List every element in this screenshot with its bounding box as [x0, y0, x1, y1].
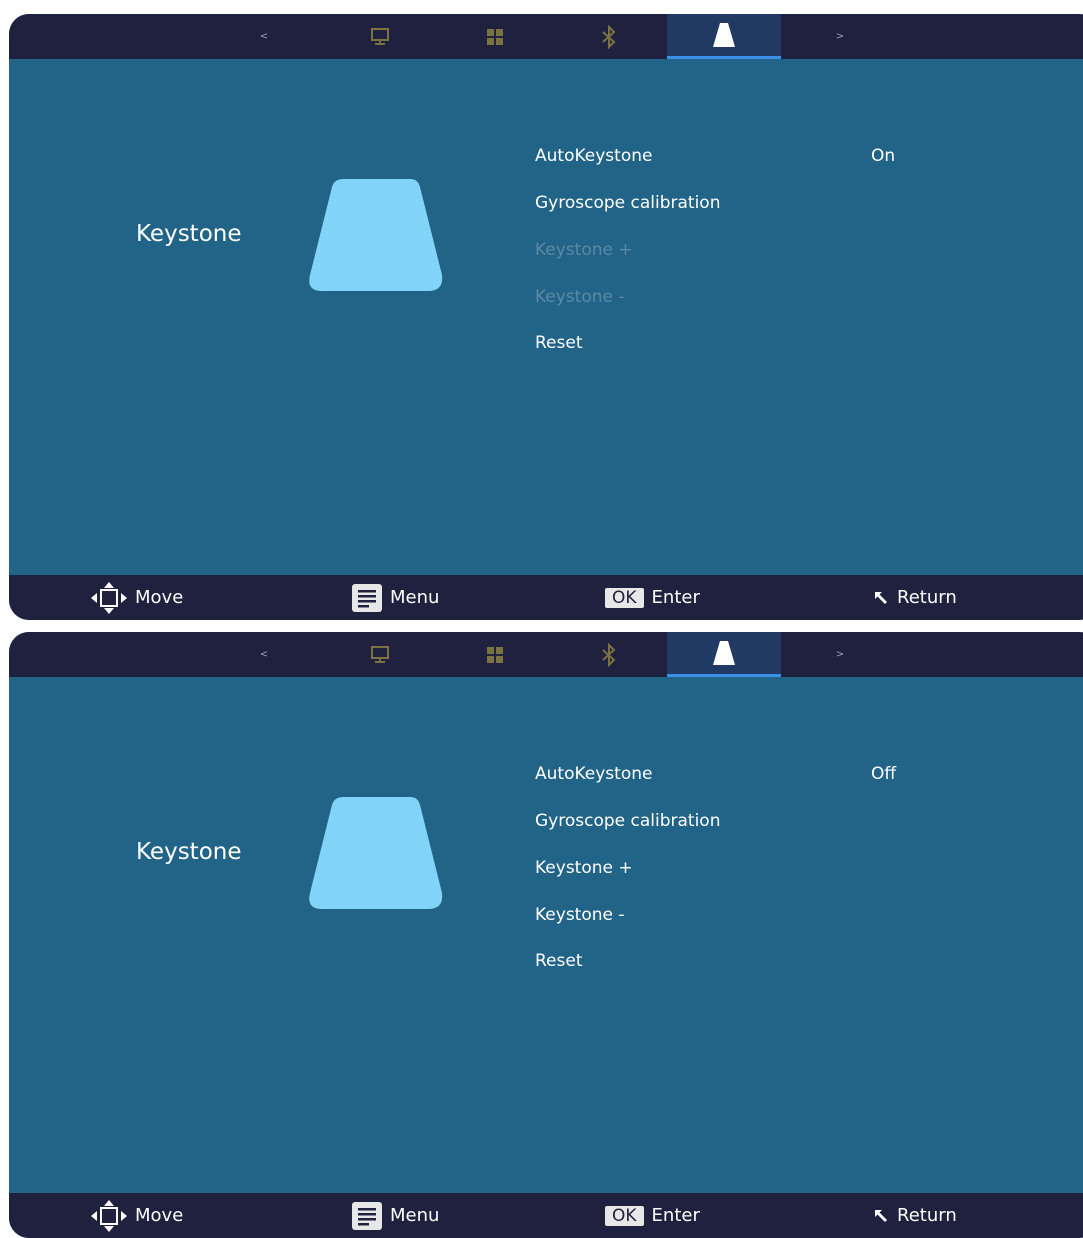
- hint-move-label: Move: [135, 1205, 184, 1226]
- keystone-content: Keystone AutoKeystone Off Gyroscope cali…: [9, 677, 1083, 1193]
- apps-grid-icon: [487, 646, 503, 663]
- section-title: Keystone: [136, 839, 242, 865]
- menu-item-autokeystone[interactable]: AutoKeystone: [535, 146, 652, 166]
- category-tab-bar: < >: [9, 632, 1083, 677]
- hint-return-label: Return: [897, 587, 957, 608]
- hint-menu: Menu: [352, 575, 439, 620]
- hint-return-label: Return: [897, 1205, 957, 1226]
- autokeystone-value[interactable]: Off: [871, 764, 896, 784]
- hint-bar: Move Menu OK Enter Return: [9, 575, 1083, 620]
- menu-item-gyroscope-calibration[interactable]: Gyroscope calibration: [535, 193, 720, 213]
- menu-item-keystone-plus: Keystone +: [535, 240, 633, 260]
- tab-apps[interactable]: [465, 14, 525, 59]
- bluetooth-icon: [602, 24, 616, 49]
- menu-item-autokeystone[interactable]: AutoKeystone: [535, 764, 652, 784]
- tab-bluetooth[interactable]: [579, 14, 639, 59]
- hint-return: Return: [873, 1193, 957, 1238]
- menu-key-icon: [352, 583, 382, 612]
- keystone-preview-shape: [309, 797, 443, 909]
- tab-keystone[interactable]: [667, 14, 781, 59]
- keystone-icon: [713, 641, 735, 665]
- hint-enter-label: Enter: [651, 587, 700, 608]
- autokeystone-value[interactable]: On: [871, 146, 895, 166]
- hint-menu: Menu: [352, 1193, 439, 1238]
- bluetooth-icon: [602, 642, 616, 667]
- apps-grid-icon: [487, 28, 503, 45]
- menu-item-keystone-plus[interactable]: Keystone +: [535, 858, 633, 878]
- menu-item-reset[interactable]: Reset: [535, 333, 583, 353]
- monitor-icon: [371, 645, 389, 663]
- hint-enter-label: Enter: [651, 1205, 700, 1226]
- dpad-icon: [91, 1199, 127, 1232]
- hint-move: Move: [91, 1193, 183, 1238]
- tab-display[interactable]: [350, 14, 410, 59]
- menu-item-reset[interactable]: Reset: [535, 951, 583, 971]
- keystone-content: Keystone AutoKeystone On Gyroscope calib…: [9, 59, 1083, 575]
- hint-menu-label: Menu: [390, 1205, 440, 1226]
- menu-item-gyroscope-calibration[interactable]: Gyroscope calibration: [535, 811, 720, 831]
- category-tab-bar: < >: [9, 14, 1083, 59]
- dpad-icon: [91, 581, 127, 614]
- keystone-preview-shape: [309, 179, 443, 291]
- tab-bluetooth[interactable]: [579, 632, 639, 677]
- hint-move: Move: [91, 575, 183, 620]
- keystone-menu-panel-autokeystone-off: < > Keystone AutoKeystone Off Gyroscope …: [9, 632, 1083, 1238]
- tab-display[interactable]: [350, 632, 410, 677]
- ok-key-icon: OK: [605, 1205, 644, 1226]
- menu-item-keystone-minus: Keystone -: [535, 287, 625, 307]
- menu-item-keystone-minus[interactable]: Keystone -: [535, 905, 625, 925]
- tab-prev-arrow[interactable]: <: [249, 632, 279, 677]
- keystone-menu-panel-autokeystone-on: < > Keystone AutoKeystone On Gyroscope c…: [9, 14, 1083, 620]
- hint-enter: OK Enter: [605, 1193, 700, 1238]
- menu-key-icon: [352, 1201, 382, 1230]
- tab-apps[interactable]: [465, 632, 525, 677]
- hint-enter: OK Enter: [605, 575, 700, 620]
- keystone-icon: [713, 23, 735, 47]
- section-title: Keystone: [136, 221, 242, 247]
- monitor-icon: [371, 27, 389, 45]
- hint-return: Return: [873, 575, 957, 620]
- hint-menu-label: Menu: [390, 587, 440, 608]
- tab-prev-arrow[interactable]: <: [249, 14, 279, 59]
- tab-next-arrow[interactable]: >: [825, 14, 855, 59]
- hint-move-label: Move: [135, 587, 184, 608]
- hint-bar: Move Menu OK Enter Return: [9, 1193, 1083, 1238]
- tab-keystone[interactable]: [667, 632, 781, 677]
- return-arrow-icon: [875, 1209, 887, 1222]
- return-arrow-icon: [875, 591, 887, 604]
- tab-next-arrow[interactable]: >: [825, 632, 855, 677]
- ok-key-icon: OK: [605, 587, 644, 608]
